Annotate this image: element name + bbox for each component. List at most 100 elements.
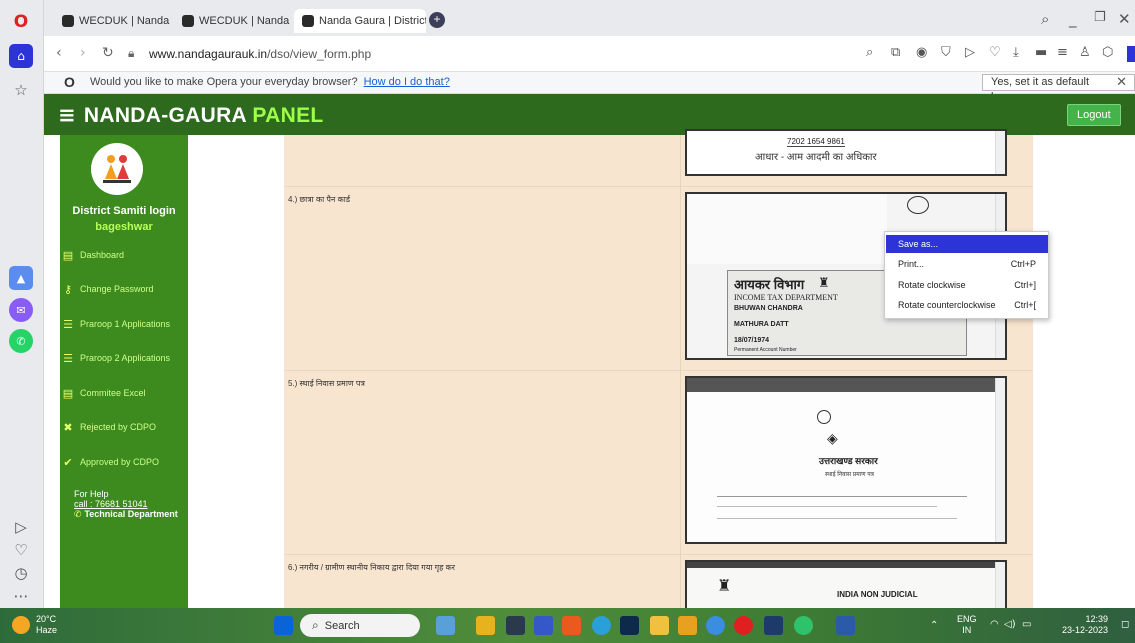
tab-wecduk-2[interactable]: WECDUK | Nanda Gaura xyxy=(174,9,292,33)
app-icon[interactable]: ▲ xyxy=(9,266,33,290)
messenger-icon[interactable]: ✉ xyxy=(9,298,33,322)
sidebar-item-dashboard[interactable]: ▤ Dashboard xyxy=(60,246,188,264)
sidebar-item-rejected[interactable]: ✖ Rejected by CDPO xyxy=(60,418,188,436)
opera-logo-icon[interactable]: O xyxy=(9,10,33,34)
task-view-icon[interactable] xyxy=(506,616,525,635)
close-icon[interactable]: ✕ xyxy=(1118,10,1131,28)
clock[interactable]: 12:39 23-12-2023 xyxy=(1062,614,1108,636)
help-title: For Help xyxy=(74,489,109,499)
pan-hindi-title: आयकर विभाग xyxy=(734,277,805,292)
heart-icon[interactable]: ♡ xyxy=(9,538,33,562)
menu-item-save-as[interactable]: Save as... xyxy=(886,235,1048,253)
new-tab-button[interactable]: + xyxy=(429,12,445,28)
game-app-icon[interactable] xyxy=(476,616,495,635)
profile-icon[interactable]: ♙ xyxy=(1079,45,1091,60)
teams-icon[interactable] xyxy=(534,616,553,635)
sidebar-title: District Samiti login xyxy=(72,205,176,217)
url-field[interactable]: www.nandagaurauk.in/dso/view_form.php xyxy=(149,47,371,61)
send-icon[interactable]: ▷ xyxy=(965,45,975,60)
volume-icon[interactable]: ◁) xyxy=(1004,619,1016,630)
battery-tray-icon[interactable]: ▭ xyxy=(1022,619,1031,630)
menu-item-label: Rotate clockwise xyxy=(898,280,966,290)
sidebar-subtitle: bageshwar xyxy=(95,221,153,233)
home-icon[interactable]: ⌂ xyxy=(9,44,33,68)
star-icon[interactable]: ☆ xyxy=(9,78,33,102)
site-icon xyxy=(62,15,74,27)
image-scrollbar[interactable] xyxy=(995,562,1005,608)
hamburger-icon[interactable]: ≡ xyxy=(58,103,76,127)
sidebar-item-label: Rejected by CDPO xyxy=(80,422,157,432)
tray-chevron-icon[interactable]: ⌃ xyxy=(930,620,938,631)
app-icon[interactable] xyxy=(678,616,697,635)
history-icon[interactable]: ◷ xyxy=(9,561,33,585)
aadhaar-number: 7202 1654 9861 xyxy=(787,137,845,147)
list-icon: ☰ xyxy=(63,351,73,365)
minimize-icon[interactable]: _ xyxy=(1069,10,1077,28)
menu-item-label: Save as... xyxy=(898,239,939,249)
help-phone-link[interactable]: call : 76681 51041 xyxy=(74,499,148,509)
stamp-paper-title: INDIA NON JUDICIAL xyxy=(837,590,918,599)
search-tabs-icon[interactable]: ⌕ xyxy=(1041,10,1049,28)
weather-icon[interactable] xyxy=(12,616,30,634)
extensions-icon[interactable]: ⬡ xyxy=(1102,45,1113,60)
windows-start-icon[interactable] xyxy=(274,616,293,635)
sidebar-item-change-password[interactable]: ⚷ Change Password xyxy=(60,280,188,298)
doc-image-aadhaar[interactable]: 7202 1654 9861 आधार - आम आदमी का अधिकार xyxy=(685,129,1007,176)
sidebar-toggle-icon[interactable] xyxy=(1127,46,1135,62)
logout-button[interactable]: Logout xyxy=(1067,104,1121,126)
notification-icon[interactable]: ◻ xyxy=(1121,619,1129,630)
wifi-icon[interactable]: ◠ xyxy=(990,619,999,630)
weather-widget[interactable]: 20°C Haze xyxy=(36,614,57,636)
image-scrollbar[interactable] xyxy=(995,378,1005,542)
menu-item-rotate-cw[interactable]: Rotate clockwise Ctrl+] xyxy=(886,276,1048,294)
set-default-button[interactable]: Yes, set it as default browser xyxy=(982,74,1135,103)
doc-image-house-tax[interactable]: ♜ INDIA NON JUDICIAL xyxy=(685,560,1007,608)
file-explorer-icon[interactable] xyxy=(650,616,669,635)
tab-active[interactable]: Nanda Gaura | District Sam xyxy=(294,9,426,33)
language-indicator[interactable]: ENG IN xyxy=(957,614,977,636)
reload-icon[interactable]: ↻ xyxy=(102,45,114,61)
taskbar-search[interactable]: ⌕ Search xyxy=(300,614,420,637)
ashoka-emblem-icon: ♜ xyxy=(717,578,732,595)
close-infobar-icon[interactable]: ✕ xyxy=(1116,74,1127,90)
doc-image-domicile[interactable]: ◈ उत्तराखण्ड सरकार स्थाई निवास प्रमाण पत… xyxy=(685,376,1007,544)
photoshop-icon[interactable] xyxy=(620,616,639,635)
sidebar-item-praroop-1[interactable]: ☰ Praroop 1 Applications xyxy=(60,315,188,333)
opera-taskbar-icon[interactable] xyxy=(734,616,753,635)
player-icon[interactable]: ▷ xyxy=(9,515,33,539)
back-icon[interactable]: ‹ xyxy=(56,45,62,61)
restore-icon[interactable]: ❐ xyxy=(1094,10,1106,25)
infobar-help-link[interactable]: How do I do that? xyxy=(364,76,450,88)
image-scrollbar[interactable] xyxy=(995,131,1005,174)
canva-icon[interactable] xyxy=(592,616,611,635)
help-dept: Technical Department xyxy=(84,509,178,519)
camera-icon[interactable]: ◉ xyxy=(916,45,927,60)
whatsapp-icon[interactable]: ✆ xyxy=(9,329,33,353)
sidebar-item-committee-excel[interactable]: ▤ Commitee Excel xyxy=(60,384,188,402)
battery-icon[interactable]: ▬ xyxy=(1035,45,1047,60)
tab-wecduk-1[interactable]: WECDUK | Nanda Gaura xyxy=(54,9,172,33)
shield-icon[interactable]: ⛉ xyxy=(941,45,951,60)
aadhaar-tagline: आधार - आम आदमी का अधिकार xyxy=(755,152,877,163)
word-icon[interactable] xyxy=(836,616,855,635)
cross-icon: ✖ xyxy=(63,420,73,434)
pan-name: BHUWAN CHANDRA xyxy=(734,305,803,312)
menu-icon[interactable]: ≡ xyxy=(1057,45,1068,60)
sidebar-item-praroop-2[interactable]: ☰ Praroop 2 Applications xyxy=(60,349,188,367)
download-icon[interactable]: ⤓ xyxy=(1013,45,1019,60)
menu-item-print[interactable]: Print... Ctrl+P xyxy=(886,255,1048,273)
windows-taskbar: 20°C Haze ⌕ Search ⌃ ENG IN ◠ ◁) ▭ 12:39 23-… xyxy=(0,608,1135,643)
chrome-icon[interactable] xyxy=(706,616,725,635)
widgets-app-icon[interactable] xyxy=(436,616,455,635)
app-icon[interactable] xyxy=(764,616,783,635)
more-icon[interactable]: ⋯ xyxy=(9,584,33,608)
whatsapp-taskbar-icon[interactable] xyxy=(794,616,813,635)
heart-icon[interactable]: ♡ xyxy=(989,45,1001,60)
store-icon[interactable] xyxy=(562,616,581,635)
search-icon[interactable]: ⌕ xyxy=(866,45,873,60)
menu-item-rotate-ccw[interactable]: Rotate counterclockwise Ctrl+[ xyxy=(886,296,1048,314)
forward-icon[interactable]: › xyxy=(80,45,86,61)
sidebar-item-approved[interactable]: ✔ Approved by CDPO xyxy=(60,453,188,471)
snapshot-icon[interactable]: ⧉ xyxy=(891,45,900,60)
check-icon: ✔ xyxy=(63,455,73,469)
